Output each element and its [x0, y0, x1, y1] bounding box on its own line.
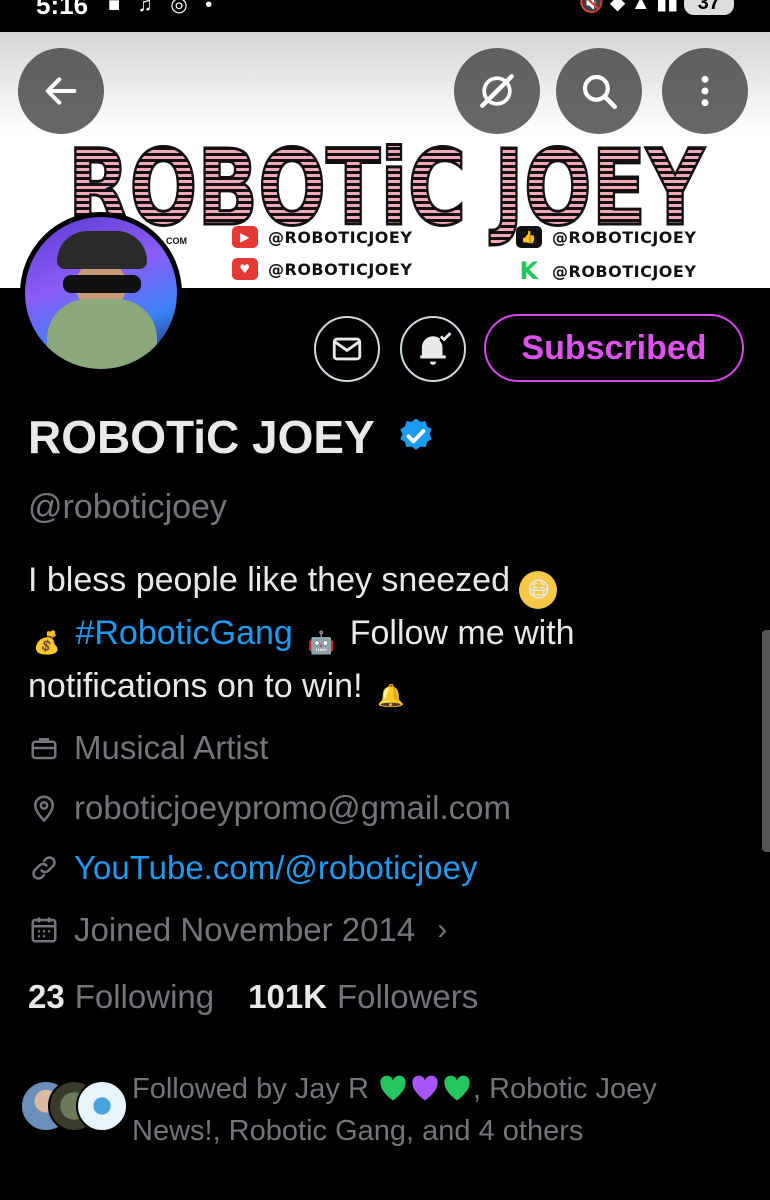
thumbs-up-icon: 👍 [516, 226, 542, 248]
followed-by-section[interactable]: Followed by Jay R , Robotic Joey News!, … [20, 1068, 760, 1158]
system-icons: 🔇 ◆ ▲ ▮▮ 37 [579, 0, 734, 15]
bio-line-3: notifications on to win! [28, 667, 363, 705]
message-button[interactable] [314, 316, 380, 382]
location-pin-icon [28, 792, 60, 824]
bell-emoji-icon: 🔔 [377, 683, 405, 708]
avatar-image [25, 217, 177, 369]
bio-hashtag-link[interactable]: #RoboticGang [75, 614, 292, 652]
notification-icons: ■ ♫ ◎ • [108, 0, 219, 16]
briefcase-icon [28, 732, 60, 764]
scrollbar-thumb[interactable] [762, 630, 770, 852]
display-name: ROBOTiC JOEY [28, 411, 375, 463]
followers-link[interactable]: 101K Followers [248, 978, 478, 1016]
banner-like-handle: 👍 @ROBOTICJOEY [516, 226, 696, 248]
status-bar: 5:16 ■ ♫ ◎ • 🔇 ◆ ▲ ▮▮ 37 [0, 0, 770, 32]
envelope-icon [332, 337, 362, 361]
follow-stats: 23 Following 101K Followers [28, 978, 478, 1016]
verified-badge-icon[interactable] [396, 416, 436, 456]
banner-kick-handle: K @ROBOTICJOEY [516, 257, 696, 285]
banner-youtube-handle: ▶ @ROBOTICJOEY [232, 226, 412, 248]
purple-heart-icon [412, 1075, 438, 1101]
grok-icon [480, 74, 514, 108]
status-time: 5:16 [36, 0, 89, 20]
website-link[interactable]: YouTube.com/@roboticjoey [74, 849, 477, 887]
profile-location: roboticjoeypromo@gmail.com [28, 786, 511, 830]
link-icon [28, 852, 60, 884]
location-text: roboticjoeypromo@gmail.com [74, 789, 511, 826]
profile-joined[interactable]: Joined November 2014 › [28, 908, 447, 952]
joined-text: Joined November 2014 [74, 911, 416, 948]
bio-line-1: I bless people like they sneezed [28, 561, 510, 599]
kick-icon: K [516, 257, 542, 285]
bell-check-icon [420, 332, 452, 365]
calendar-icon [28, 914, 60, 946]
profile-category: Musical Artist [28, 726, 268, 770]
more-vertical-icon [701, 75, 709, 107]
chevron-right-icon: › [437, 913, 448, 946]
grok-button[interactable] [454, 48, 540, 134]
follower-avatar-3 [76, 1080, 128, 1132]
green-heart-icon [444, 1075, 470, 1101]
more-button[interactable] [662, 48, 748, 134]
robot-icon: 🤖 [307, 630, 335, 655]
profile-avatar[interactable] [20, 212, 182, 374]
notifications-button[interactable] [400, 316, 466, 382]
arrow-left-icon [45, 77, 77, 105]
subscribed-button[interactable]: Subscribed [484, 314, 744, 382]
profile-website[interactable]: YouTube.com/@roboticjoey [28, 846, 477, 890]
followed-by-text: Followed by Jay R , Robotic Joey News!, … [132, 1073, 657, 1147]
youtube-icon: ▶ [232, 226, 258, 248]
search-icon [582, 74, 618, 110]
bio-line-2: Follow me with [340, 614, 575, 652]
heart-icon: ♥ [232, 258, 258, 280]
money-bag-icon: 💰 [33, 630, 61, 655]
sneezing-face-icon: 😷 [519, 571, 558, 609]
battery-indicator: 37 [683, 0, 734, 15]
following-link[interactable]: 23 Following [28, 978, 214, 1016]
back-button[interactable] [18, 48, 104, 134]
category-text: Musical Artist [74, 729, 269, 766]
banner-com-tag: COM [166, 236, 187, 246]
user-handle: @roboticjoey [28, 488, 227, 526]
search-button[interactable] [556, 48, 642, 134]
profile-bio: I bless people like they sneezed 😷 💰 #Ro… [28, 556, 748, 715]
green-heart-icon [380, 1075, 406, 1101]
banner-likee-handle: ♥ @ROBOTICJOEY [232, 258, 412, 280]
